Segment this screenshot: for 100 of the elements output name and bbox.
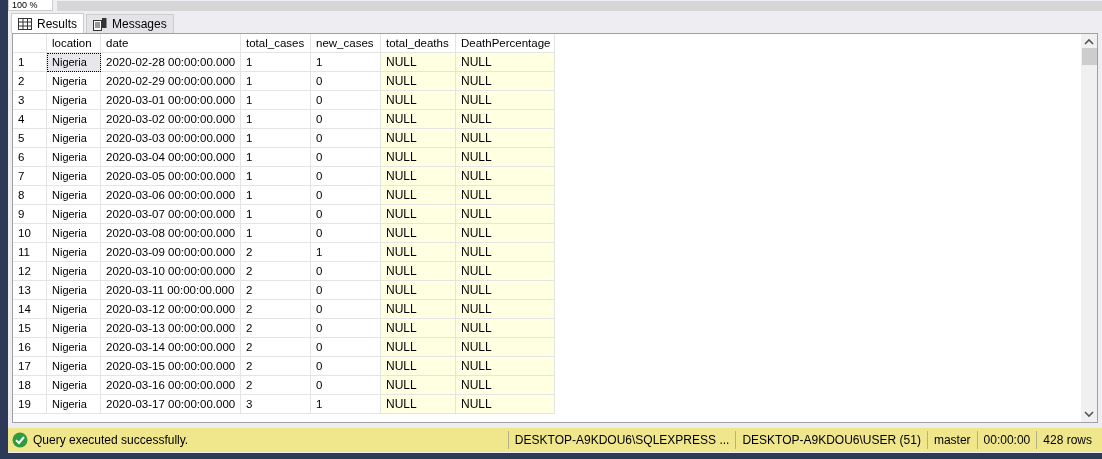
table-cell: 2020-03-07 00:00:00.000 [101,205,241,224]
row-number: 2 [13,72,47,91]
table-cell: 2020-03-03 00:00:00.000 [101,129,241,148]
table-cell: 1 [241,205,311,224]
scroll-up-icon[interactable] [1084,38,1094,46]
column-header[interactable]: total_cases [241,34,311,53]
table-cell: NULL [456,129,555,148]
table-cell: Nigeria [47,205,101,224]
row-count: 428 rows [1036,431,1098,449]
row-number: 5 [13,129,47,148]
table-cell: 1 [241,148,311,167]
table-cell: 2 [241,376,311,395]
table-cell: NULL [456,186,555,205]
table-cell: NULL [381,376,456,395]
table-cell: 2020-03-08 00:00:00.000 [101,224,241,243]
table-cell: 2020-03-11 00:00:00.000 [101,281,241,300]
table-cell: 1 [241,167,311,186]
database-name: master [926,431,977,449]
column-header[interactable]: new_cases [311,34,381,53]
row-number: 18 [13,376,47,395]
table-cell: Nigeria [47,148,101,167]
table-cell: NULL [456,167,555,186]
table-cell: NULL [381,224,456,243]
row-number: 10 [13,224,47,243]
table-cell: 2020-03-16 00:00:00.000 [101,376,241,395]
grid-corner[interactable] [13,34,47,53]
table-cell: 3 [241,395,311,414]
messages-tab[interactable]: Messages [86,14,174,33]
row-number: 13 [13,281,47,300]
table-cell: Nigeria [47,376,101,395]
column-header[interactable]: DeathPercentage [456,34,555,53]
table-cell: NULL [381,395,456,414]
table-cell: 2020-03-15 00:00:00.000 [101,357,241,376]
table-cell: NULL [381,262,456,281]
table-cell: 2 [241,300,311,319]
table-cell: 2020-03-09 00:00:00.000 [101,243,241,262]
table-cell: NULL [381,129,456,148]
user-name: DESKTOP-A9KDOU6\USER (51) [735,431,927,449]
table-cell: 2 [241,357,311,376]
table-cell: NULL [381,148,456,167]
table-cell: NULL [381,357,456,376]
table-cell: 1 [241,186,311,205]
table-cell: Nigeria [47,186,101,205]
table-cell: Nigeria [47,110,101,129]
row-number: 1 [13,53,47,72]
table-cell: 2 [241,338,311,357]
table-cell: 2020-03-04 00:00:00.000 [101,148,241,167]
table-cell: NULL [456,281,555,300]
table-cell: 2020-03-01 00:00:00.000 [101,91,241,110]
horizontal-scrollbar[interactable] [56,1,1102,11]
table-cell: 2020-03-10 00:00:00.000 [101,262,241,281]
table-cell: NULL [456,376,555,395]
table-cell: NULL [456,110,555,129]
table-cell: 2020-03-02 00:00:00.000 [101,110,241,129]
table-cell: 2 [241,262,311,281]
table-cell: 1 [241,72,311,91]
table-cell: NULL [456,395,555,414]
elapsed-time: 00:00:00 [976,431,1037,449]
table-cell: NULL [456,224,555,243]
table-cell: NULL [456,300,555,319]
table-cell: NULL [381,110,456,129]
table-cell: NULL [381,72,456,91]
table-cell: 1 [241,91,311,110]
table-cell: NULL [456,205,555,224]
table-cell: Nigeria [47,72,101,91]
row-number: 8 [13,186,47,205]
table-cell: NULL [456,243,555,262]
row-number: 15 [13,319,47,338]
table-cell: NULL [456,357,555,376]
column-header[interactable]: total_deaths [381,34,456,53]
zoom-dropdown[interactable]: 100 % [8,0,53,11]
table-cell: 2 [241,319,311,338]
table-cell: NULL [456,148,555,167]
table-cell: 2020-02-29 00:00:00.000 [101,72,241,91]
table-cell: 2020-03-12 00:00:00.000 [101,300,241,319]
scroll-down-icon[interactable] [1084,410,1094,418]
table-cell: NULL [381,53,456,72]
row-number: 12 [13,262,47,281]
table-cell: NULL [381,205,456,224]
row-number: 7 [13,167,47,186]
table-cell: 2020-03-13 00:00:00.000 [101,319,241,338]
row-number: 9 [13,205,47,224]
document-icon [93,17,107,31]
table-cell: NULL [381,338,456,357]
table-cell: Nigeria [47,53,101,72]
row-number: 17 [13,357,47,376]
table-cell: Nigeria [47,300,101,319]
status-message: Query executed successfully. [33,433,190,447]
column-header[interactable]: date [101,34,241,53]
table-cell: NULL [381,281,456,300]
results-tab[interactable]: Results [11,13,84,33]
scrollbar-thumb[interactable] [1081,48,1097,65]
table-cell: NULL [381,243,456,262]
column-header[interactable]: location [47,34,101,53]
vertical-scrollbar[interactable] [1081,34,1097,422]
table-cell: 1 [241,110,311,129]
table-cell: NULL [381,91,456,110]
table-cell: NULL [456,338,555,357]
table-cell: Nigeria [47,395,101,414]
row-number: 11 [13,243,47,262]
